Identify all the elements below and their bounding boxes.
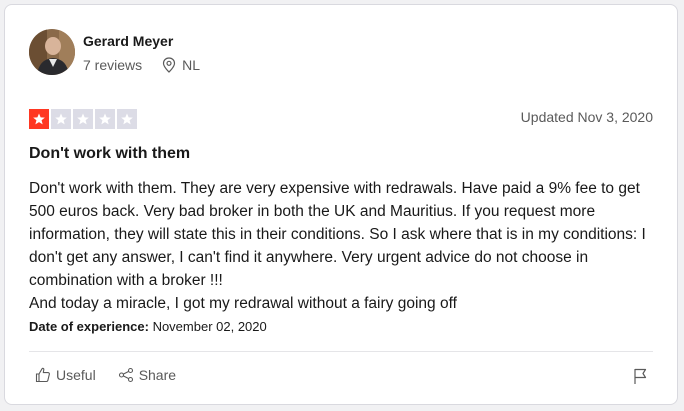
star-icon xyxy=(117,109,137,129)
review-count: 7 reviews xyxy=(83,57,143,73)
date-of-experience-value: November 02, 2020 xyxy=(152,319,267,334)
reviewer-meta: 7 reviews NL xyxy=(83,57,200,73)
reviewer-name[interactable]: Gerard Meyer xyxy=(83,33,173,49)
avatar[interactable] xyxy=(29,29,75,75)
location-pin-icon xyxy=(163,57,176,73)
star-icon xyxy=(95,109,115,129)
star-icon xyxy=(73,109,93,129)
review-paragraph: Don't work with them. They are very expe… xyxy=(29,180,646,289)
review-body: Don't work with them. They are very expe… xyxy=(29,177,665,315)
star-icon xyxy=(51,109,71,129)
date-of-experience: Date of experience: November 02, 2020 xyxy=(29,319,267,334)
share-label: Share xyxy=(138,367,177,383)
reviewer-location: NL xyxy=(162,57,200,73)
thumbs-up-icon xyxy=(35,367,50,383)
star-rating xyxy=(29,109,137,129)
divider xyxy=(29,351,653,352)
useful-label: Useful xyxy=(56,367,96,383)
report-button[interactable] xyxy=(631,367,649,385)
review-title[interactable]: Don't work with them xyxy=(29,145,190,163)
useful-button[interactable]: Useful xyxy=(35,367,96,383)
date-of-experience-label: Date of experience: xyxy=(29,319,149,334)
review-actions: Useful Share xyxy=(35,367,176,383)
updated-date: Updated Nov 3, 2020 xyxy=(520,109,653,125)
share-button[interactable]: Share xyxy=(118,367,176,383)
star-icon xyxy=(29,109,49,129)
flag-icon xyxy=(634,368,647,384)
reviewer-country: NL xyxy=(182,57,201,73)
review-card: Gerard Meyer 7 reviews NL Updated Nov 3,… xyxy=(4,4,678,405)
review-paragraph: And today a miracle, I got my redrawal w… xyxy=(29,295,457,312)
share-icon xyxy=(118,367,133,383)
